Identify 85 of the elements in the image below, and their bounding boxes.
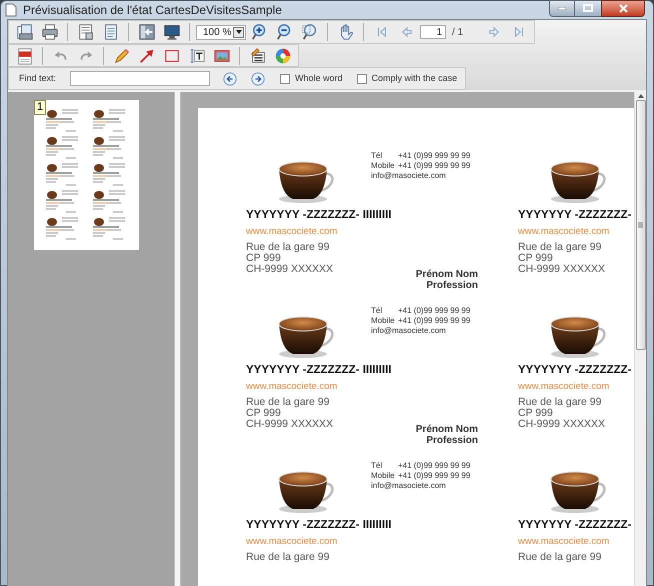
phone-label: Mobile [371, 471, 396, 481]
phone-label: Mobile [371, 316, 396, 326]
company-title: YYYYYYY -ZZZZZZZ- [517, 518, 632, 532]
checkbox-label: Comply with the case [372, 72, 458, 85]
vertical-scrollbar[interactable] [634, 92, 646, 586]
maximize-button[interactable] [575, 0, 601, 16]
website-text: www.mascociete.com [517, 381, 610, 393]
scroll-thumb[interactable] [636, 100, 646, 350]
phone-label: Mobile [371, 161, 396, 171]
pencil-icon [112, 46, 130, 64]
company-title: YYYYYYY -ZZZZZZZ- IIIIIIIII [245, 208, 392, 222]
website-text: www.mascociete.com [517, 536, 610, 548]
person-name: Prénom Nom [416, 269, 478, 280]
website-text: www.mascociete.com [245, 226, 338, 238]
multi-page-print-icon [16, 23, 34, 41]
address-line: CH-9999 XXXXXX [518, 419, 605, 430]
profession-text: Profession [426, 280, 478, 291]
document-icon [5, 3, 17, 17]
find-previous-button[interactable] [222, 70, 238, 86]
find-label: Find text: [19, 72, 56, 85]
address-line: Rue de la gare 99 [246, 552, 330, 563]
address-line: Rue de la gare 99 [246, 242, 330, 253]
page-number-field[interactable]: 1 [420, 25, 446, 39]
address-line: CP 999 [518, 253, 553, 264]
checkbox[interactable] [356, 74, 367, 84]
phone-number: +41 (0)99 999 99 99 [398, 306, 470, 316]
printer-icon [40, 23, 58, 41]
address-line: Rue de la gare 99 [246, 397, 330, 408]
page-count: / 1 [452, 26, 464, 40]
minimize-icon [558, 6, 566, 10]
window-title: Prévisualisation de l'état CartesDeVisitesSample [23, 2, 283, 19]
find-text-field[interactable] [70, 71, 210, 86]
company-title: YYYYYYY -ZZZZZZZ- [517, 208, 632, 222]
address-line: Rue de la gare 99 [518, 397, 602, 408]
page-thumbnail[interactable]: 1 [34, 100, 139, 250]
maximize-icon [583, 4, 593, 12]
previous-page-icon [400, 25, 414, 39]
phone-label: Tél [371, 151, 384, 161]
address-line: CH-9999 XXXXXX [246, 264, 333, 275]
company-title: YYYYYYY -ZZZZZZZ- IIIIIIIII [245, 518, 392, 532]
page-number: 1 [34, 100, 46, 115]
website-text: www.mascociete.com [245, 536, 338, 548]
website-text: www.mascociete.com [517, 226, 610, 238]
address-line: CH-9999 XXXXXX [246, 419, 333, 430]
minimize-button[interactable] [549, 0, 575, 16]
page-settings-icon [76, 23, 94, 41]
address-line: Rue de la gare 99 [518, 552, 602, 563]
address-line: Rue de la gare 99 [518, 242, 602, 253]
checkbox[interactable] [280, 74, 290, 84]
phone-number: +41 (0)99 999 99 99 [398, 471, 470, 481]
email-address: info@masociete.com [371, 326, 447, 336]
scroll-up-icon [638, 94, 644, 98]
pdf-file-icon [16, 46, 34, 64]
phone-label: Tél [371, 306, 384, 316]
phone-label: Tél [371, 461, 384, 471]
find-next-button[interactable] [250, 70, 266, 86]
next-page-icon [486, 25, 500, 39]
text-box-icon [188, 46, 206, 64]
address-line: CP 999 [518, 408, 553, 419]
edit-lines-icon [248, 46, 266, 64]
company-title: YYYYYYY -ZZZZZZZ- [517, 363, 632, 377]
close-button[interactable] [601, 0, 645, 16]
arrow-icon [138, 46, 156, 64]
dropdown-arrow-icon [236, 30, 242, 34]
email-address: info@masociete.com [371, 171, 447, 181]
profession-text: Profession [426, 435, 478, 446]
phone-number: +41 (0)99 999 99 99 [398, 151, 470, 161]
website-text: www.mascociete.com [245, 381, 338, 393]
email-address: info@masociete.com [371, 481, 447, 491]
grip-icon [638, 222, 643, 228]
address-line: CP 999 [246, 408, 281, 419]
address-line: CH-9999 XXXXXX [518, 264, 605, 275]
checkbox-label: Whole word [295, 72, 343, 85]
sidebar-toggle-icon [138, 23, 156, 41]
phone-number: +41 (0)99 999 99 99 [398, 161, 470, 171]
phone-number: +41 (0)99 999 99 99 [398, 316, 470, 326]
company-title: YYYYYYY -ZZZZZZZ- IIIIIIIII [245, 363, 392, 377]
address-line: CP 999 [246, 253, 281, 264]
person-name: Prénom Nom [416, 424, 478, 435]
zoom-page-icon [300, 23, 318, 41]
phone-number: +41 (0)99 999 99 99 [398, 461, 470, 471]
close-icon [618, 4, 628, 12]
color-wheel-icon [274, 46, 292, 64]
monitor-icon [162, 23, 180, 41]
zoom-dropdown[interactable]: 100 % [196, 24, 246, 40]
